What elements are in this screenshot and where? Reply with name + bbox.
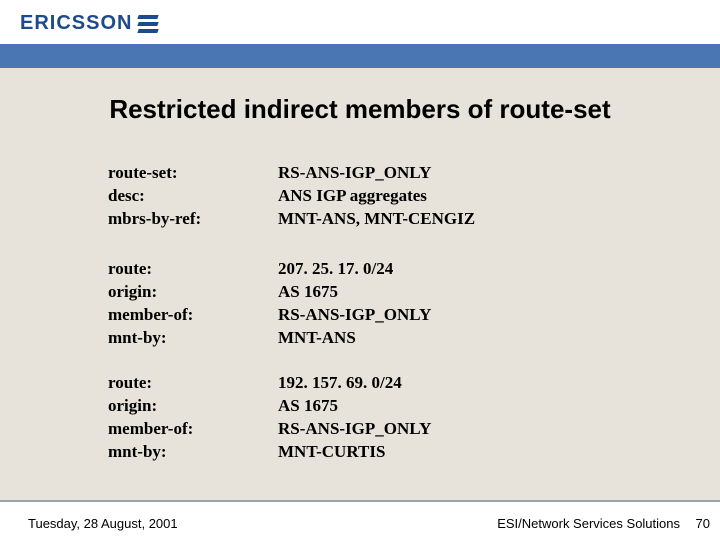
logo-text: ERICSSON (20, 12, 132, 35)
field-value: MNT-ANS, MNT-CENGIZ (278, 208, 475, 231)
field-row: member-of: RS-ANS-IGP_ONLY (108, 304, 431, 327)
field-row: route: 207. 25. 17. 0/24 (108, 258, 431, 281)
field-row: desc: ANS IGP aggregates (108, 185, 475, 208)
field-value: AS 1675 (278, 395, 338, 418)
field-value: RS-ANS-IGP_ONLY (278, 304, 431, 327)
header: ERICSSON (0, 0, 720, 60)
field-label: route: (108, 372, 278, 395)
field-label: route: (108, 258, 278, 281)
field-row: member-of: RS-ANS-IGP_ONLY (108, 418, 431, 441)
route-block-2: route: 192. 157. 69. 0/24 origin: AS 167… (108, 372, 431, 464)
footer: Tuesday, 28 August, 2001 ESI/Network Ser… (0, 506, 720, 540)
field-label: mnt-by: (108, 327, 278, 350)
field-row: mnt-by: MNT-CURTIS (108, 441, 431, 464)
field-value: 207. 25. 17. 0/24 (278, 258, 393, 281)
field-row: route-set: RS-ANS-IGP_ONLY (108, 162, 475, 185)
field-row: origin: AS 1675 (108, 395, 431, 418)
field-value: MNT-ANS (278, 327, 356, 350)
field-value: RS-ANS-IGP_ONLY (278, 418, 431, 441)
field-value: 192. 157. 69. 0/24 (278, 372, 402, 395)
footer-divider (0, 500, 720, 502)
field-value: RS-ANS-IGP_ONLY (278, 162, 431, 185)
field-label: route-set: (108, 162, 278, 185)
field-row: mnt-by: MNT-ANS (108, 327, 431, 350)
route-set-block: route-set: RS-ANS-IGP_ONLY desc: ANS IGP… (108, 162, 475, 231)
field-value: AS 1675 (278, 281, 338, 304)
field-row: route: 192. 157. 69. 0/24 (108, 372, 431, 395)
route-block-1: route: 207. 25. 17. 0/24 origin: AS 1675… (108, 258, 431, 350)
field-label: origin: (108, 281, 278, 304)
footer-org: ESI/Network Services Solutions (497, 516, 680, 531)
field-row: origin: AS 1675 (108, 281, 431, 304)
footer-date: Tuesday, 28 August, 2001 (28, 516, 178, 531)
footer-page-number: 70 (696, 516, 710, 531)
logo-bars-icon (138, 15, 158, 33)
field-label: desc: (108, 185, 278, 208)
field-label: member-of: (108, 418, 278, 441)
field-label: member-of: (108, 304, 278, 327)
header-bar (0, 44, 720, 68)
logo: ERICSSON (20, 12, 158, 35)
field-label: mbrs-by-ref: (108, 208, 278, 231)
page-title: Restricted indirect members of route-set (0, 94, 720, 125)
field-label: origin: (108, 395, 278, 418)
field-label: mnt-by: (108, 441, 278, 464)
field-value: MNT-CURTIS (278, 441, 385, 464)
field-value: ANS IGP aggregates (278, 185, 427, 208)
field-row: mbrs-by-ref: MNT-ANS, MNT-CENGIZ (108, 208, 475, 231)
